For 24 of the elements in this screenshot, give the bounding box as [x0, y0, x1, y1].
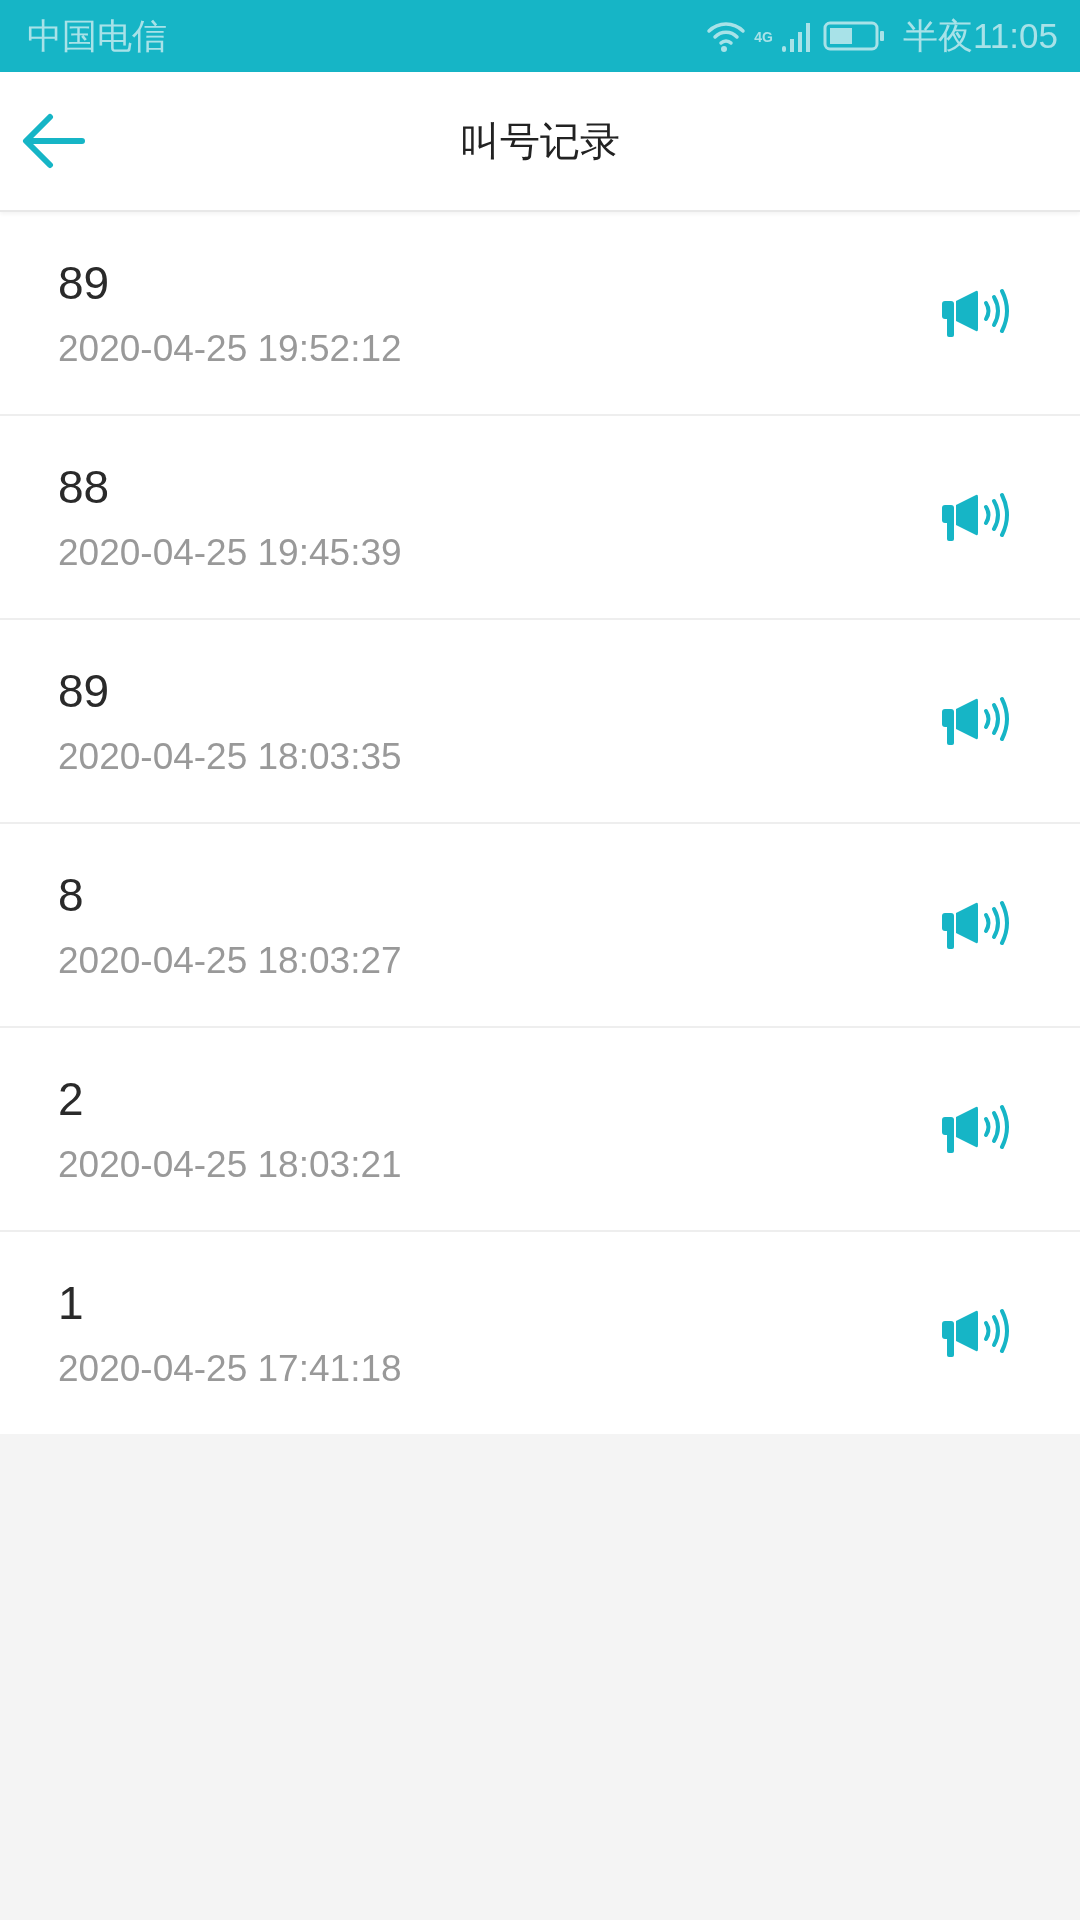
queue-number: 89	[58, 664, 111, 718]
clock-time: 半夜11:05	[903, 14, 1058, 57]
record-row[interactable]: 1 2020-04-25 17:41:18	[0, 1232, 1080, 1434]
call-time: 2020-04-25 18:03:21	[58, 1144, 403, 1186]
queue-number: 1	[58, 1276, 85, 1330]
call-time: 2020-04-25 18:03:27	[58, 940, 403, 982]
record-row[interactable]: 89 2020-04-25 18:03:35	[0, 620, 1080, 824]
record-row[interactable]: 89 2020-04-25 19:52:12	[0, 212, 1080, 416]
queue-number: 8	[58, 868, 85, 922]
queue-number: 2	[58, 1072, 85, 1126]
record-row[interactable]: 2 2020-04-25 18:03:21	[0, 1028, 1080, 1232]
page-title: 叫号记录	[460, 118, 620, 163]
wifi-icon	[706, 20, 747, 52]
call-time: 2020-04-25 19:52:12	[58, 328, 403, 370]
call-time: 2020-04-25 18:03:35	[58, 736, 403, 778]
call-time: 2020-04-25 17:41:18	[58, 1348, 403, 1390]
queue-number: 89	[58, 256, 111, 310]
record-row[interactable]: 88 2020-04-25 19:45:39	[0, 416, 1080, 620]
network-type: 4G	[754, 28, 773, 45]
call-time: 2020-04-25 19:45:39	[58, 532, 403, 574]
record-row[interactable]: 8 2020-04-25 18:03:27	[0, 824, 1080, 1028]
battery-icon	[823, 21, 885, 51]
carrier-name: 中国电信	[27, 14, 168, 57]
queue-number: 88	[58, 460, 111, 514]
